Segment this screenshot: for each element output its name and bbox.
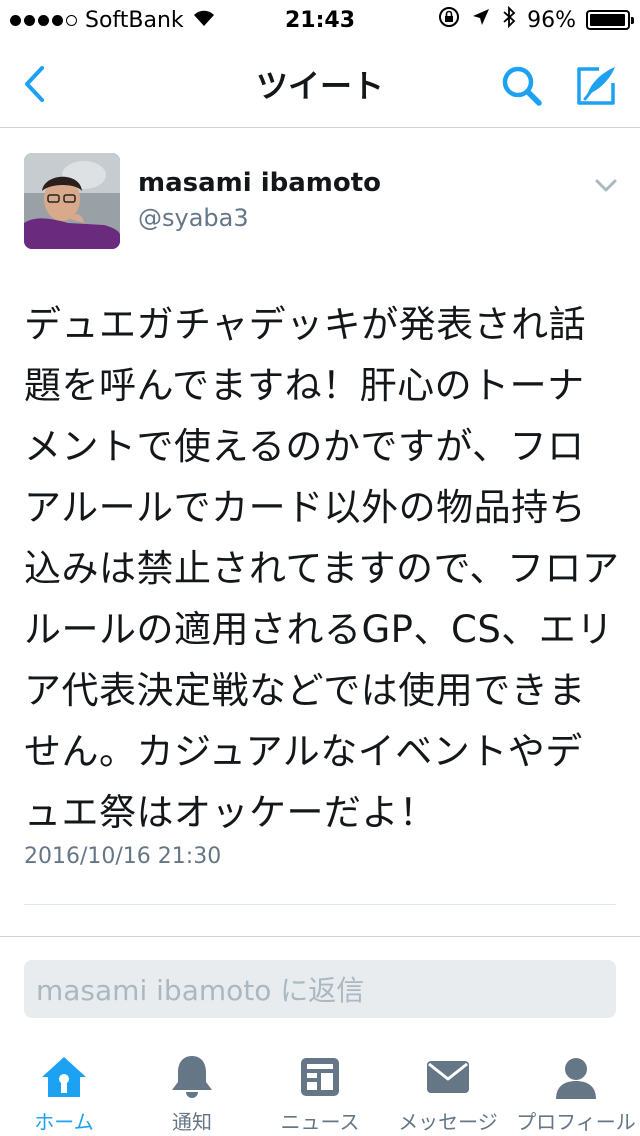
tweet-timestamp: 2016/10/16 21:30 xyxy=(24,844,222,869)
chevron-down-icon xyxy=(595,179,617,192)
tab-notifications[interactable]: 通知 xyxy=(128,1040,256,1136)
location-arrow-icon xyxy=(471,7,491,33)
chevron-left-icon xyxy=(25,66,44,102)
envelope-icon xyxy=(418,1054,478,1100)
battery-icon xyxy=(586,10,634,30)
author-handle[interactable]: @syaba3 xyxy=(138,204,249,232)
tweet-options-button[interactable] xyxy=(590,172,622,200)
compose-tweet-button[interactable] xyxy=(570,60,622,112)
reply-input[interactable]: masami ibamoto に返信 xyxy=(24,960,616,1018)
tab-label: ニュース xyxy=(280,1110,360,1134)
search-button[interactable] xyxy=(498,62,546,110)
compose-icon xyxy=(577,67,615,105)
status-bar: SoftBank 21:43 96% xyxy=(0,0,640,40)
divider xyxy=(24,904,616,905)
tab-label: 通知 xyxy=(172,1110,212,1134)
home-icon xyxy=(34,1054,94,1100)
tab-label: ホーム xyxy=(34,1110,94,1134)
tweet-text: デュエガチャデッキが発表され話題を呼んでますね！肝心のトーナメントで使えるのかで… xyxy=(24,303,620,834)
back-button[interactable] xyxy=(14,62,54,106)
status-right: 96% xyxy=(437,0,634,40)
avatar-image xyxy=(24,153,120,249)
battery-percent: 96% xyxy=(527,7,576,33)
battery-fill xyxy=(590,14,625,26)
author-name[interactable]: masami ibamoto xyxy=(138,168,381,198)
tab-home[interactable]: ホーム xyxy=(0,1040,128,1136)
news-icon xyxy=(290,1054,350,1100)
tab-messages[interactable]: メッセージ xyxy=(384,1040,512,1136)
section-divider xyxy=(0,936,640,937)
tab-label: メッセージ xyxy=(398,1110,498,1134)
bell-icon xyxy=(162,1054,222,1100)
bluetooth-icon xyxy=(501,5,517,35)
rotation-lock-icon xyxy=(437,5,461,35)
tab-profile[interactable]: プロフィール xyxy=(512,1040,640,1136)
navigation-bar: ツイート xyxy=(0,40,640,128)
tab-bar: ホーム 通知 ニュース メッセージ プロフィール xyxy=(0,1040,640,1136)
avatar[interactable] xyxy=(24,153,120,249)
person-icon xyxy=(546,1054,606,1100)
search-icon xyxy=(502,66,542,106)
tab-label: プロフィール xyxy=(516,1110,636,1134)
tab-news[interactable]: ニュース xyxy=(256,1040,384,1136)
